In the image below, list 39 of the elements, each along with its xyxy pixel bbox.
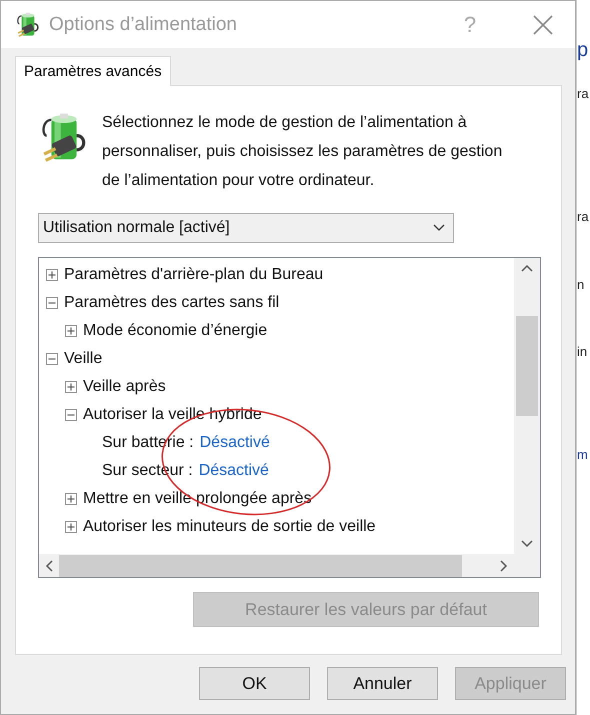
expand-icon[interactable] bbox=[65, 493, 77, 505]
tree-item[interactable]: Veille bbox=[64, 350, 102, 368]
dialog-button[interactable]: OK bbox=[199, 667, 310, 700]
background-text: ra bbox=[577, 85, 589, 102]
scrollbar-thumb[interactable] bbox=[516, 316, 538, 416]
background-link-text: p bbox=[577, 42, 588, 59]
expand-icon[interactable] bbox=[65, 381, 77, 393]
scroll-down-icon[interactable] bbox=[521, 540, 533, 548]
expand-icon[interactable] bbox=[65, 521, 77, 533]
tree-item[interactable]: Mettre en veille prolongée après bbox=[83, 490, 312, 508]
window-title: Options d’alimentation bbox=[49, 14, 238, 36]
plan-dropdown[interactable]: Utilisation normale [activé] bbox=[38, 213, 454, 243]
setting-value-link[interactable]: Désactivé bbox=[198, 462, 269, 480]
collapse-icon[interactable] bbox=[65, 409, 77, 421]
tree-item[interactable]: Paramètres d'arrière-plan du Bureau bbox=[64, 266, 324, 284]
background-link-text: m bbox=[577, 446, 588, 463]
setting-value-link[interactable]: Désactivé bbox=[200, 434, 270, 452]
collapse-icon[interactable] bbox=[46, 353, 58, 365]
expand-icon[interactable] bbox=[46, 269, 58, 281]
scroll-up-icon[interactable] bbox=[521, 264, 533, 272]
tree-item[interactable]: Mode économie d’énergie bbox=[83, 322, 268, 340]
close-icon[interactable] bbox=[531, 12, 555, 36]
expand-icon[interactable] bbox=[65, 325, 77, 337]
battery-plug-icon bbox=[15, 12, 41, 38]
background-text: ra bbox=[577, 208, 589, 225]
scroll-left-icon[interactable] bbox=[45, 560, 53, 572]
background-text: n bbox=[577, 276, 584, 293]
tree-item[interactable]: Autoriser les minuteurs de sortie de veille bbox=[83, 518, 376, 536]
scroll-right-icon[interactable] bbox=[500, 560, 508, 572]
instruction-text: Sélectionnez le mode de gestion de l’alimentation à personnaliser, puis choisissez les paramètres de gestion de l’alimentation pour votre ordinateur. bbox=[102, 113, 504, 191]
tree-item[interactable]: Paramètres des cartes sans fil bbox=[64, 294, 280, 312]
collapse-icon[interactable] bbox=[46, 297, 58, 309]
battery-plug-icon bbox=[40, 112, 88, 164]
background-text: in bbox=[577, 343, 588, 360]
tab[interactable]: Paramètres avancés bbox=[15, 56, 171, 86]
dialog-button[interactable]: Annuler bbox=[327, 667, 438, 700]
tree-item[interactable]: Veille après bbox=[83, 378, 166, 396]
scrollbar-thumb[interactable] bbox=[59, 554, 462, 576]
chevron-down-icon bbox=[433, 224, 445, 232]
